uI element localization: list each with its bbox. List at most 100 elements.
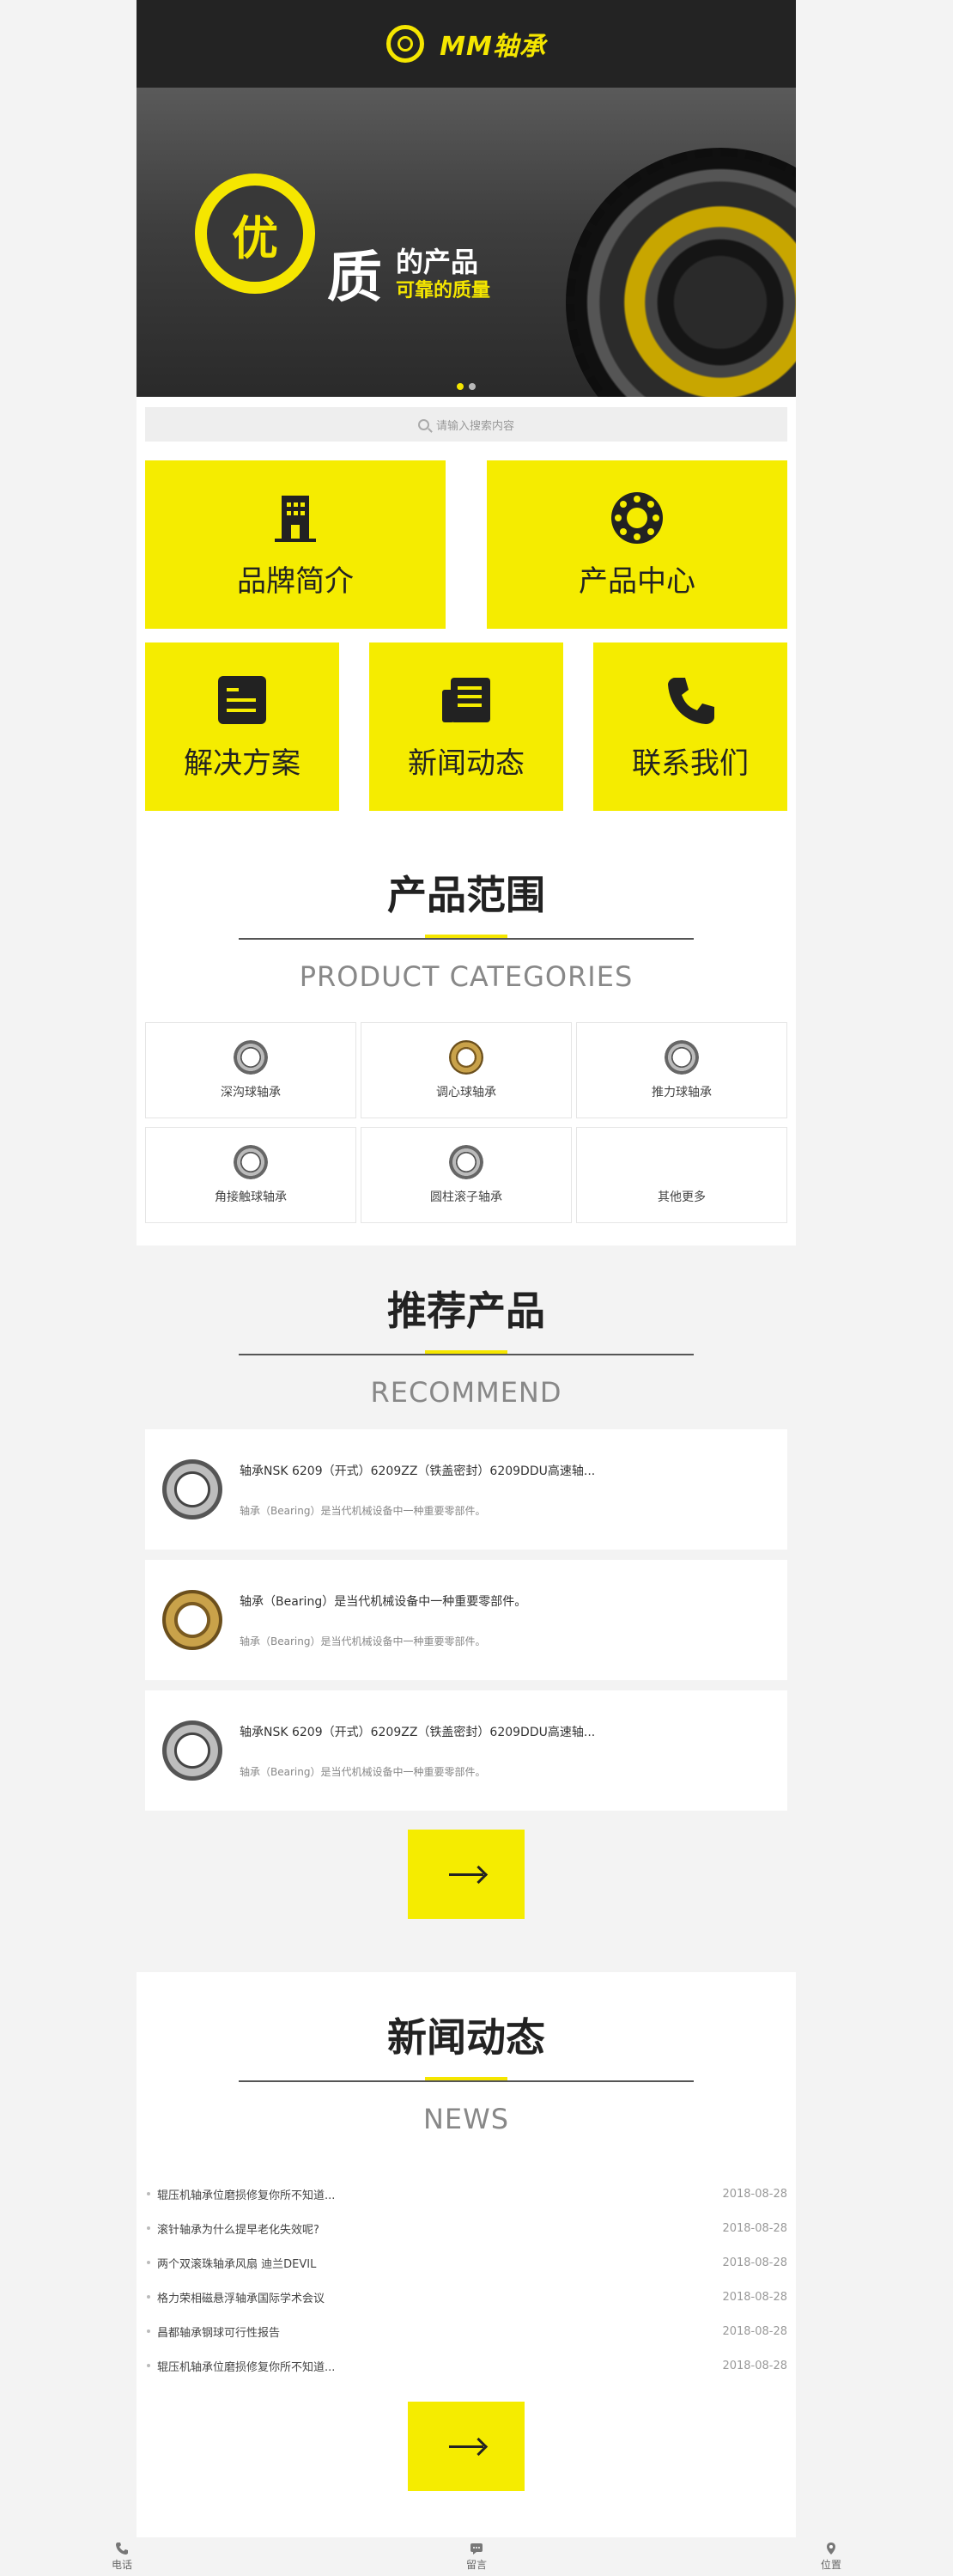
recommend-list: 轴承NSK 6209（开式）6209ZZ（铁盖密封）6209DDU高速轴... …: [145, 1429, 787, 1811]
recommend-section: 推荐产品 RECOMMEND 轴承NSK 6209（开式）6209ZZ（铁盖密封…: [137, 1245, 796, 1953]
product-title: 轴承（Bearing）是当代机械设备中一种重要零部件。: [240, 1594, 527, 1609]
hero-banner[interactable]: 优 质 的产品 可靠的质量: [137, 88, 796, 397]
site-header: MM轴承: [137, 0, 796, 88]
news-item[interactable]: 滚针轴承为什么提早老化失效呢? 2018-08-28: [145, 2211, 787, 2245]
slider-dot-1[interactable]: [457, 383, 464, 390]
news-title: 辊压机轴承位磨损修复你所不知道...: [145, 2358, 335, 2374]
product-title: 轴承NSK 6209（开式）6209ZZ（铁盖密封）6209DDU高速轴...: [240, 1725, 596, 1739]
title-divider: [239, 1350, 694, 1355]
nav-label: 位置: [820, 2559, 841, 2571]
bearing-image: [665, 1145, 699, 1179]
search-placeholder: 请输入搜索内容: [435, 419, 514, 433]
news-date: 2018-08-28: [722, 2324, 787, 2338]
banner-tagline: 可靠的质量: [396, 280, 491, 301]
document-icon: [215, 673, 270, 728]
bottom-nav: 电话 留言 位置: [0, 2537, 953, 2576]
category-label: 其他更多: [658, 1191, 706, 1204]
product-desc: 轴承（Bearing）是当代机械设备中一种重要零部件。: [240, 1765, 486, 1778]
banner-headline: 质: [327, 247, 382, 310]
tile-contact[interactable]: 联系我们: [593, 642, 787, 811]
category-thrust[interactable]: 推力球轴承: [576, 1022, 787, 1118]
tile-label: 解决方案: [184, 746, 300, 781]
category-label: 调心球轴承: [436, 1086, 496, 1099]
news-item[interactable]: 格力荣相磁悬浮轴承国际学术会议 2018-08-28: [145, 2280, 787, 2314]
tile-label: 新闻动态: [408, 746, 525, 781]
recommend-item[interactable]: 轴承NSK 6209（开式）6209ZZ（铁盖密封）6209DDU高速轴... …: [145, 1690, 787, 1811]
bearing-gear-image: [566, 148, 796, 397]
slider-dots: [457, 383, 476, 390]
news-date: 2018-08-28: [722, 2359, 787, 2372]
news-item[interactable]: 两个双滚珠轴承风扇 迪兰DEVIL 2018-08-28: [145, 2245, 787, 2280]
product-desc: 轴承（Bearing）是当代机械设备中一种重要零部件。: [240, 1504, 486, 1517]
nav-label: 电话: [112, 2559, 133, 2571]
category-cylindrical-roller[interactable]: 圆柱滚子轴承: [361, 1127, 572, 1223]
news-title: 格力荣相磁悬浮轴承国际学术会议: [145, 2289, 325, 2305]
news-item[interactable]: 辊压机轴承位磨损修复你所不知道... 2018-08-28: [145, 2177, 787, 2211]
section-subtitle: PRODUCT CATEGORIES: [299, 960, 634, 993]
news-title: 滚针轴承为什么提早老化失效呢?: [145, 2220, 319, 2237]
search-icon: [417, 418, 429, 430]
recommend-item[interactable]: 轴承NSK 6209（开式）6209ZZ（铁盖密封）6209DDU高速轴... …: [145, 1429, 787, 1550]
nav-message[interactable]: 留言: [466, 2542, 487, 2572]
tile-news[interactable]: 新闻动态: [369, 642, 563, 811]
news-section: 新闻动态 NEWS 辊压机轴承位磨损修复你所不知道... 2018-08-28 …: [137, 1972, 796, 2543]
tile-label: 品牌简介: [237, 563, 354, 599]
category-more[interactable]: 其他更多: [576, 1127, 787, 1223]
recommend-item[interactable]: 轴承（Bearing）是当代机械设备中一种重要零部件。 轴承（Bearing）是…: [145, 1560, 787, 1680]
bearing-image: [449, 1040, 483, 1075]
title-divider: [239, 935, 694, 940]
news-title: 辊压机轴承位磨损修复你所不知道...: [145, 2186, 335, 2202]
category-deep-groove[interactable]: 深沟球轴承: [145, 1022, 356, 1118]
news-date: 2018-08-28: [722, 2256, 787, 2269]
bearing-image: [234, 1040, 268, 1075]
nav-location[interactable]: 位置: [821, 2542, 841, 2572]
newspaper-icon: [439, 673, 494, 728]
nav-tiles: 品牌简介 产品中心 解决方案 新闻动态 联系我们: [137, 452, 796, 830]
category-angular-contact[interactable]: 角接触球轴承: [145, 1127, 356, 1223]
news-more-button[interactable]: [408, 2402, 525, 2491]
news-title: 两个双滚珠轴承风扇 迪兰DEVIL: [145, 2255, 316, 2271]
news-item[interactable]: 昌都轴承钢球可行性报告 2018-08-28: [145, 2314, 787, 2348]
slider-dot-2[interactable]: [469, 383, 476, 390]
section-subtitle: RECOMMEND: [370, 1376, 562, 1409]
category-label: 深沟球轴承: [221, 1086, 281, 1099]
logo[interactable]: MM轴承: [386, 25, 546, 63]
phone-icon: [663, 673, 718, 728]
tile-brand-intro[interactable]: 品牌简介: [145, 460, 446, 629]
bearing-image: [665, 1040, 699, 1075]
section-title: 新闻动态: [387, 2014, 545, 2061]
phone-icon: [116, 2543, 128, 2555]
search-input[interactable]: 请输入搜索内容: [145, 407, 787, 442]
building-icon: [268, 490, 323, 545]
logo-text: MM轴承: [440, 32, 546, 62]
product-image: [162, 1459, 222, 1519]
nav-label: 留言: [465, 2559, 487, 2571]
category-label: 圆柱滚子轴承: [430, 1191, 502, 1204]
category-label: 推力球轴承: [652, 1086, 712, 1099]
category-self-aligning[interactable]: 调心球轴承: [361, 1022, 572, 1118]
recommend-more-button[interactable]: [408, 1830, 525, 1919]
title-divider: [239, 2077, 694, 2082]
news-date: 2018-08-28: [722, 2221, 787, 2235]
news-date: 2018-08-28: [722, 2290, 787, 2304]
nav-phone[interactable]: 电话: [112, 2542, 132, 2572]
section-subtitle: NEWS: [422, 2103, 510, 2135]
page: MM轴承 优 质 的产品 可靠的质量 请输入搜索内容 品牌简介 产品中心 解决方…: [137, 0, 796, 2543]
tile-label: 联系我们: [632, 746, 749, 781]
news-item[interactable]: 辊压机轴承位磨损修复你所不知道... 2018-08-28: [145, 2348, 787, 2383]
bearing-image: [234, 1145, 268, 1179]
location-icon: [826, 2543, 835, 2555]
message-icon: [470, 2543, 483, 2555]
news-date: 2018-08-28: [722, 2187, 787, 2201]
news-title: 昌都轴承钢球可行性报告: [145, 2323, 280, 2340]
product-title: 轴承NSK 6209（开式）6209ZZ（铁盖密封）6209DDU高速轴...: [240, 1464, 596, 1478]
tile-product-center[interactable]: 产品中心: [487, 460, 787, 629]
bearing-icon: [610, 490, 665, 545]
news-list: 辊压机轴承位磨损修复你所不知道... 2018-08-28 滚针轴承为什么提早老…: [137, 2135, 796, 2383]
product-desc: 轴承（Bearing）是当代机械设备中一种重要零部件。: [240, 1635, 486, 1647]
category-label: 角接触球轴承: [215, 1191, 287, 1204]
tile-solutions[interactable]: 解决方案: [145, 642, 339, 811]
product-image: [162, 1590, 222, 1650]
product-categories: 产品范围 PRODUCT CATEGORIES 深沟球轴承 调心球轴承 推力球轴…: [137, 830, 796, 1245]
section-title: 推荐产品: [387, 1288, 545, 1334]
